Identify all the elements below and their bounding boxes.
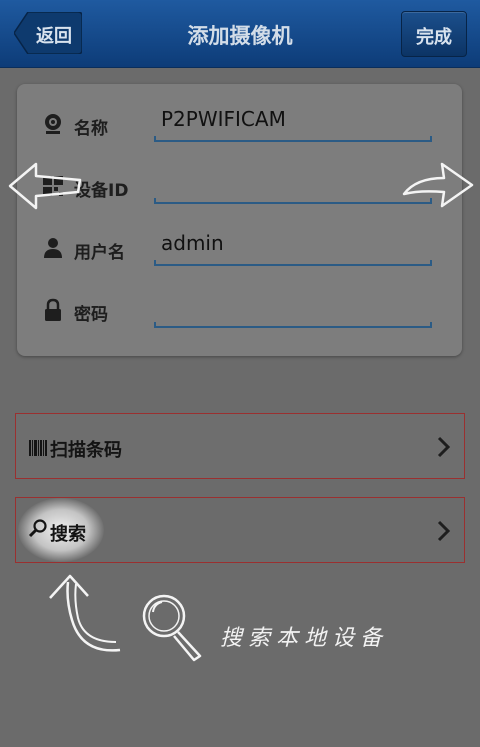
username-label: 用户名 — [74, 243, 125, 263]
name-field[interactable]: P2PWIFICAM — [161, 107, 286, 131]
scan-barcode-label: 扫描条码 — [50, 440, 122, 461]
search-label: 搜索 — [50, 524, 86, 545]
swipe-right-arrow-icon — [402, 162, 474, 208]
camera-icon — [45, 114, 61, 134]
done-button[interactable]: 完成 — [401, 11, 467, 57]
password-label: 密码 — [74, 305, 108, 325]
magnifier-sketch-icon — [142, 594, 202, 662]
search-local-device-hint: 搜索本地设备 — [220, 626, 389, 651]
camera-form-card: 名称 P2PWIFICAM 设备ID 用户名 admin 密码 — [17, 84, 462, 356]
user-icon — [44, 238, 62, 258]
curved-up-arrow-icon — [49, 574, 121, 652]
search-icon — [28, 519, 47, 538]
form-row-username: 用户名 admin — [17, 224, 462, 274]
chevron-right-icon — [437, 436, 451, 458]
search-button[interactable]: 搜索 — [15, 497, 465, 563]
password-field-underline — [154, 322, 432, 328]
done-button-label: 完成 — [416, 27, 452, 48]
name-field-underline — [154, 136, 432, 142]
barcode-icon — [29, 440, 47, 456]
username-field-underline — [154, 260, 432, 266]
device-id-label: 设备ID — [74, 181, 129, 201]
form-row-name: 名称 P2PWIFICAM — [17, 100, 462, 150]
form-row-device-id: 设备ID — [17, 162, 462, 212]
swipe-left-arrow-icon — [8, 162, 82, 210]
top-bar: 返回 添加摄像机 完成 — [0, 0, 480, 68]
device-id-field-underline — [154, 198, 432, 204]
form-row-password: 密码 — [17, 286, 462, 336]
username-field[interactable]: admin — [161, 231, 224, 255]
name-label: 名称 — [74, 119, 108, 139]
lock-icon — [45, 298, 61, 321]
chevron-right-icon — [437, 520, 451, 542]
scan-barcode-button[interactable]: 扫描条码 — [15, 413, 465, 479]
